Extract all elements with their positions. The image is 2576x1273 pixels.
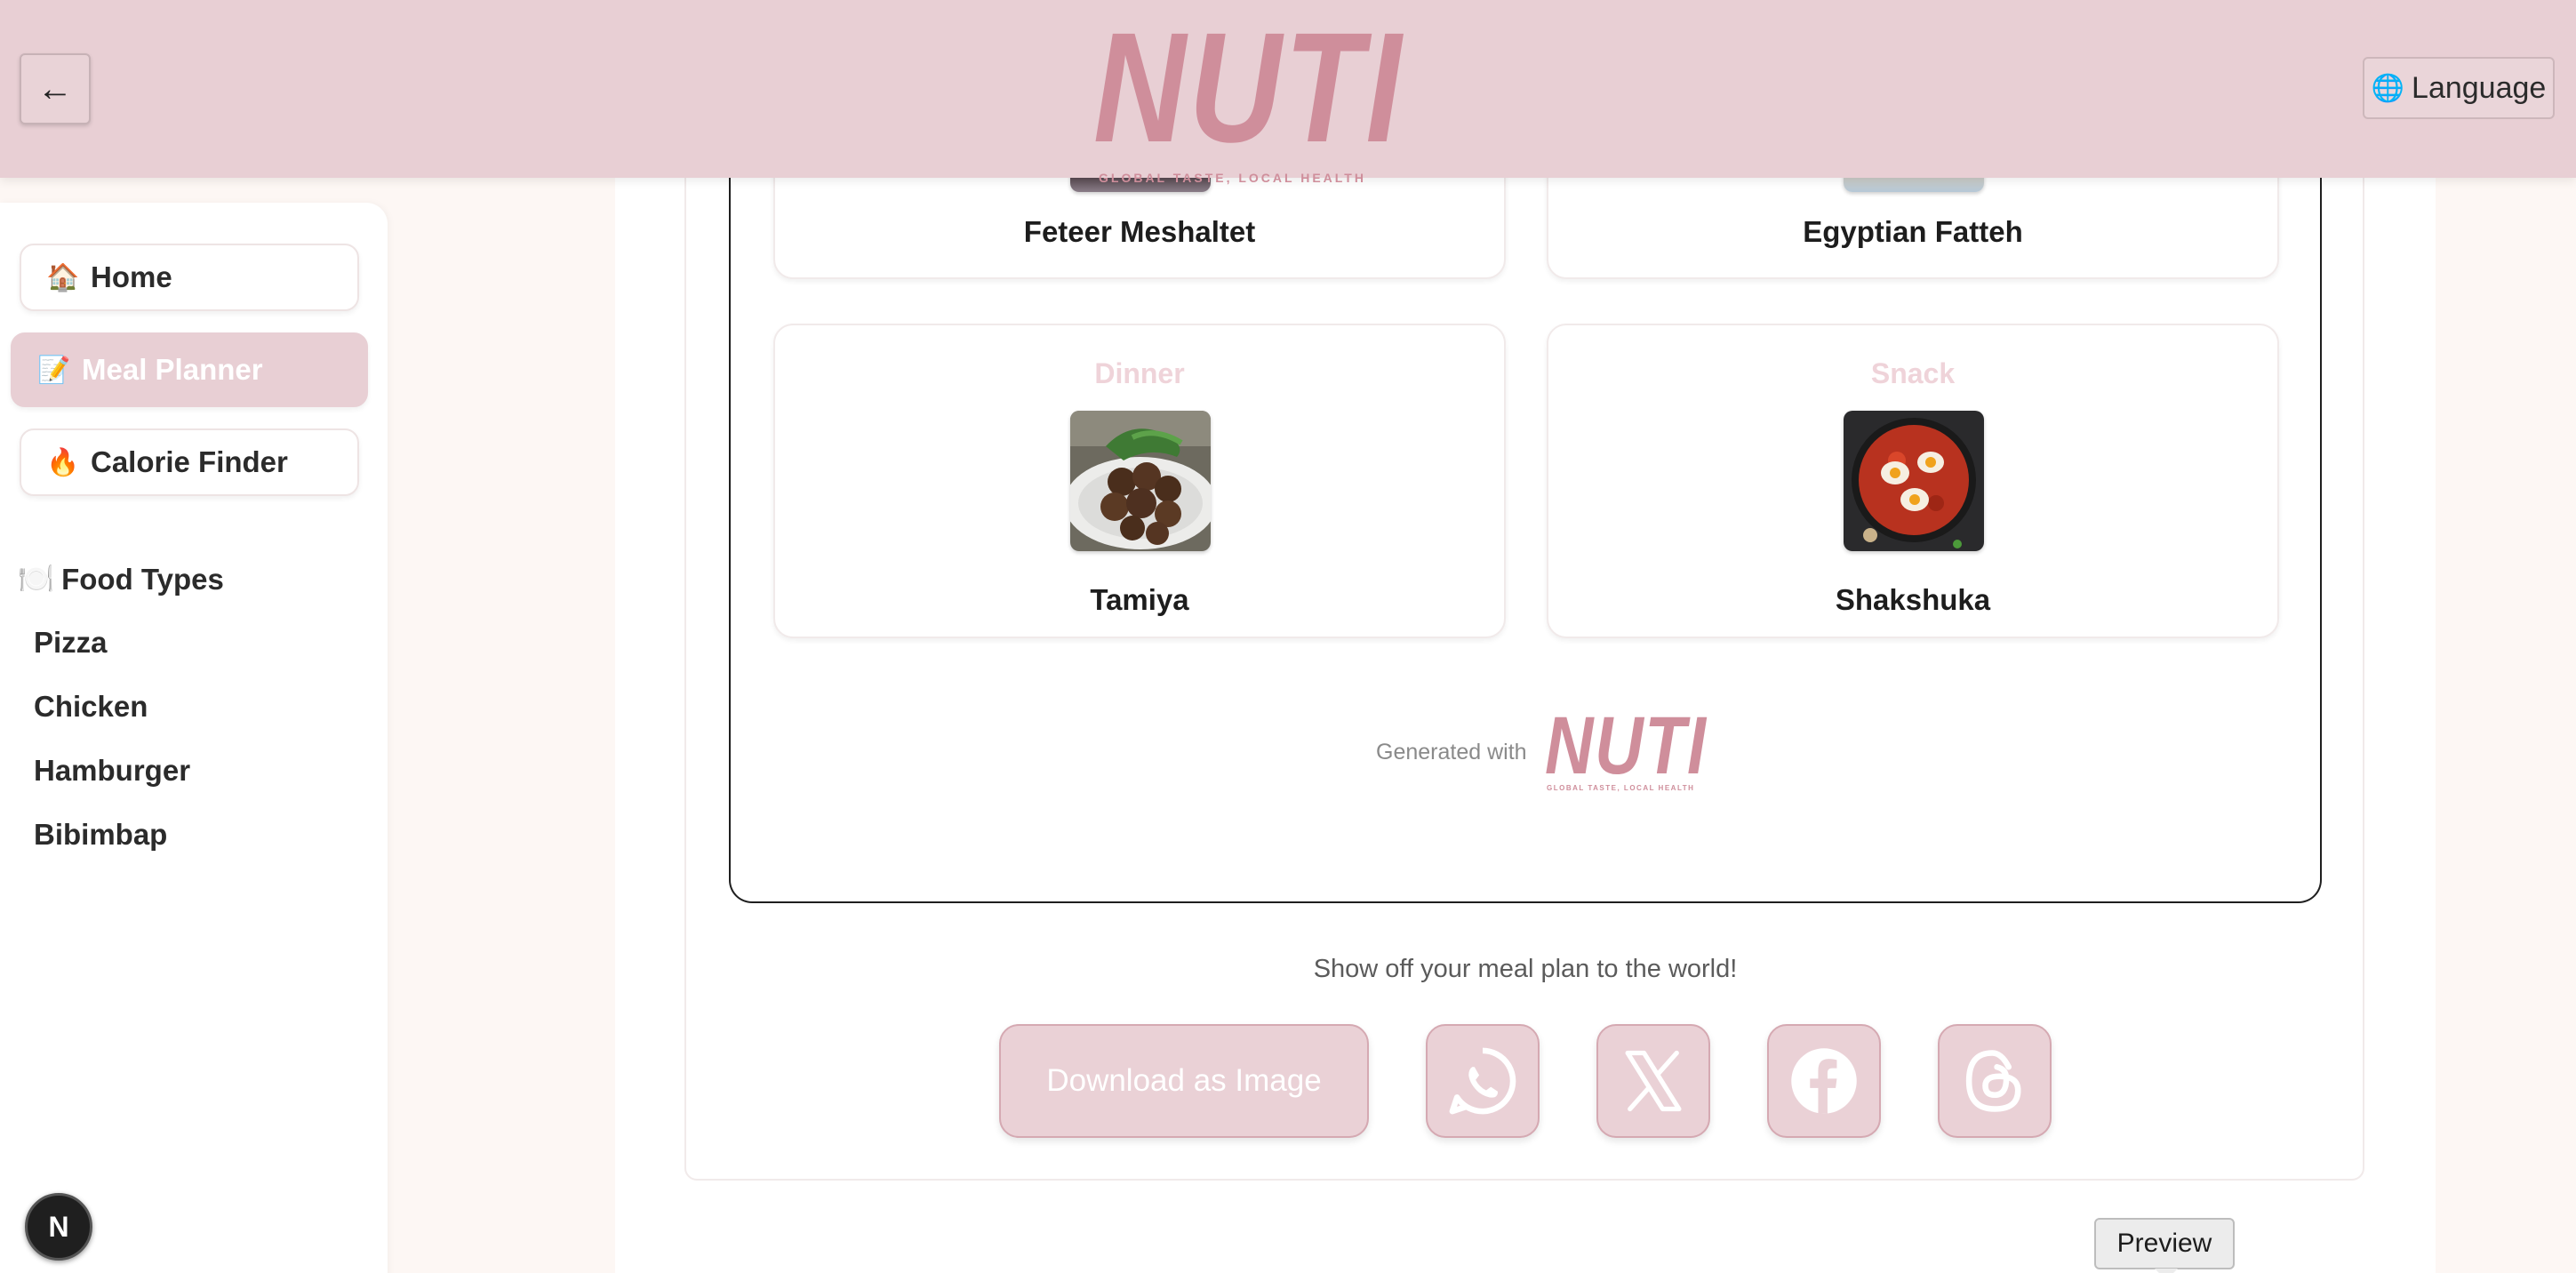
shakshuka-pan-image <box>1844 411 1984 551</box>
tamiya-image <box>1070 411 1211 551</box>
back-button[interactable]: ← <box>20 53 91 124</box>
house-icon: 🏠 <box>46 262 80 292</box>
footer-brand-tagline: GLOBAL TASTE, LOCAL HEALTH <box>1547 784 1695 792</box>
brand-logo[interactable]: NUTI GLOBAL TASTE, LOCAL HEALTH <box>1093 1 1413 185</box>
food-type-hamburger[interactable]: Hamburger <box>34 754 190 788</box>
plate-icon: 🍽️ <box>18 562 55 595</box>
generated-with-label: Generated with <box>1376 740 1527 765</box>
x-icon <box>1625 1050 1682 1112</box>
facebook-icon <box>1791 1048 1857 1114</box>
sidebar-item-home[interactable]: 🏠 Home <box>20 244 359 311</box>
sidebar-item-label: Calorie Finder <box>91 445 288 478</box>
food-types-title: Food Types <box>61 562 224 596</box>
brand-name: NUTI <box>1093 1 1404 175</box>
food-types-heading: 🍽️ Food Types <box>18 562 224 596</box>
meal-name: Egyptian Fatteh <box>1803 215 2023 248</box>
meal-card-snack: Snack Shakshuka <box>1547 324 2279 638</box>
meal-name: Feteer Meshaltet <box>1023 215 1256 248</box>
meal-type: Dinner <box>1094 357 1185 389</box>
food-type-bibimbap[interactable]: Bibimbap <box>34 818 167 852</box>
food-type-pizza[interactable]: Pizza <box>34 626 108 660</box>
back-arrow-icon: ← <box>37 68 73 108</box>
language-button[interactable]: 🌐 Language <box>2363 57 2555 119</box>
globe-icon: 🌐 <box>2371 73 2405 103</box>
fire-icon: 🔥 <box>46 447 80 477</box>
language-label: Language <box>2412 70 2547 105</box>
share-whatsapp-button[interactable] <box>1426 1024 1540 1138</box>
share-facebook-button[interactable] <box>1767 1024 1881 1138</box>
share-x-button[interactable] <box>1596 1024 1710 1138</box>
meal-name: Tamiya <box>1090 583 1189 616</box>
sidebar: 🏠 Home 📝 Meal Planner 🔥 Calorie Finder 🍽… <box>0 203 388 1273</box>
sidebar-item-label: Home <box>91 260 172 293</box>
whatsapp-icon <box>1449 1047 1516 1115</box>
threads-icon <box>1965 1050 2021 1112</box>
falafel-plate-image <box>1070 411 1211 551</box>
top-header: ← NUTI GLOBAL TASTE, LOCAL HEALTH 🌐 Lang… <box>0 0 2576 185</box>
meal-card-dinner: Dinner Tamiya <box>773 324 1506 638</box>
share-prompt: Show off your meal plan to the world! <box>1313 955 1738 983</box>
sidebar-item-meal-planner[interactable]: 📝 Meal Planner <box>11 332 368 407</box>
food-type-chicken[interactable]: Chicken <box>34 690 148 724</box>
share-threads-button[interactable] <box>1938 1024 2052 1138</box>
meal-type: Snack <box>1870 357 1956 389</box>
download-image-button[interactable]: Download as Image <box>999 1024 1369 1138</box>
footer-brand-name: NUTI <box>1545 701 1708 791</box>
brand-tagline: GLOBAL TASTE, LOCAL HEALTH <box>1099 171 1366 185</box>
dev-tools-badge[interactable]: N <box>25 1193 92 1261</box>
sidebar-item-label: Meal Planner <box>82 353 263 386</box>
memo-icon: 📝 <box>37 355 71 385</box>
shakshuka-image <box>1844 411 1984 551</box>
preview-tooltip[interactable]: Preview <box>2094 1218 2235 1273</box>
meal-name: Shakshuka <box>1835 583 1991 616</box>
sidebar-item-calorie-finder[interactable]: 🔥 Calorie Finder <box>20 428 359 496</box>
